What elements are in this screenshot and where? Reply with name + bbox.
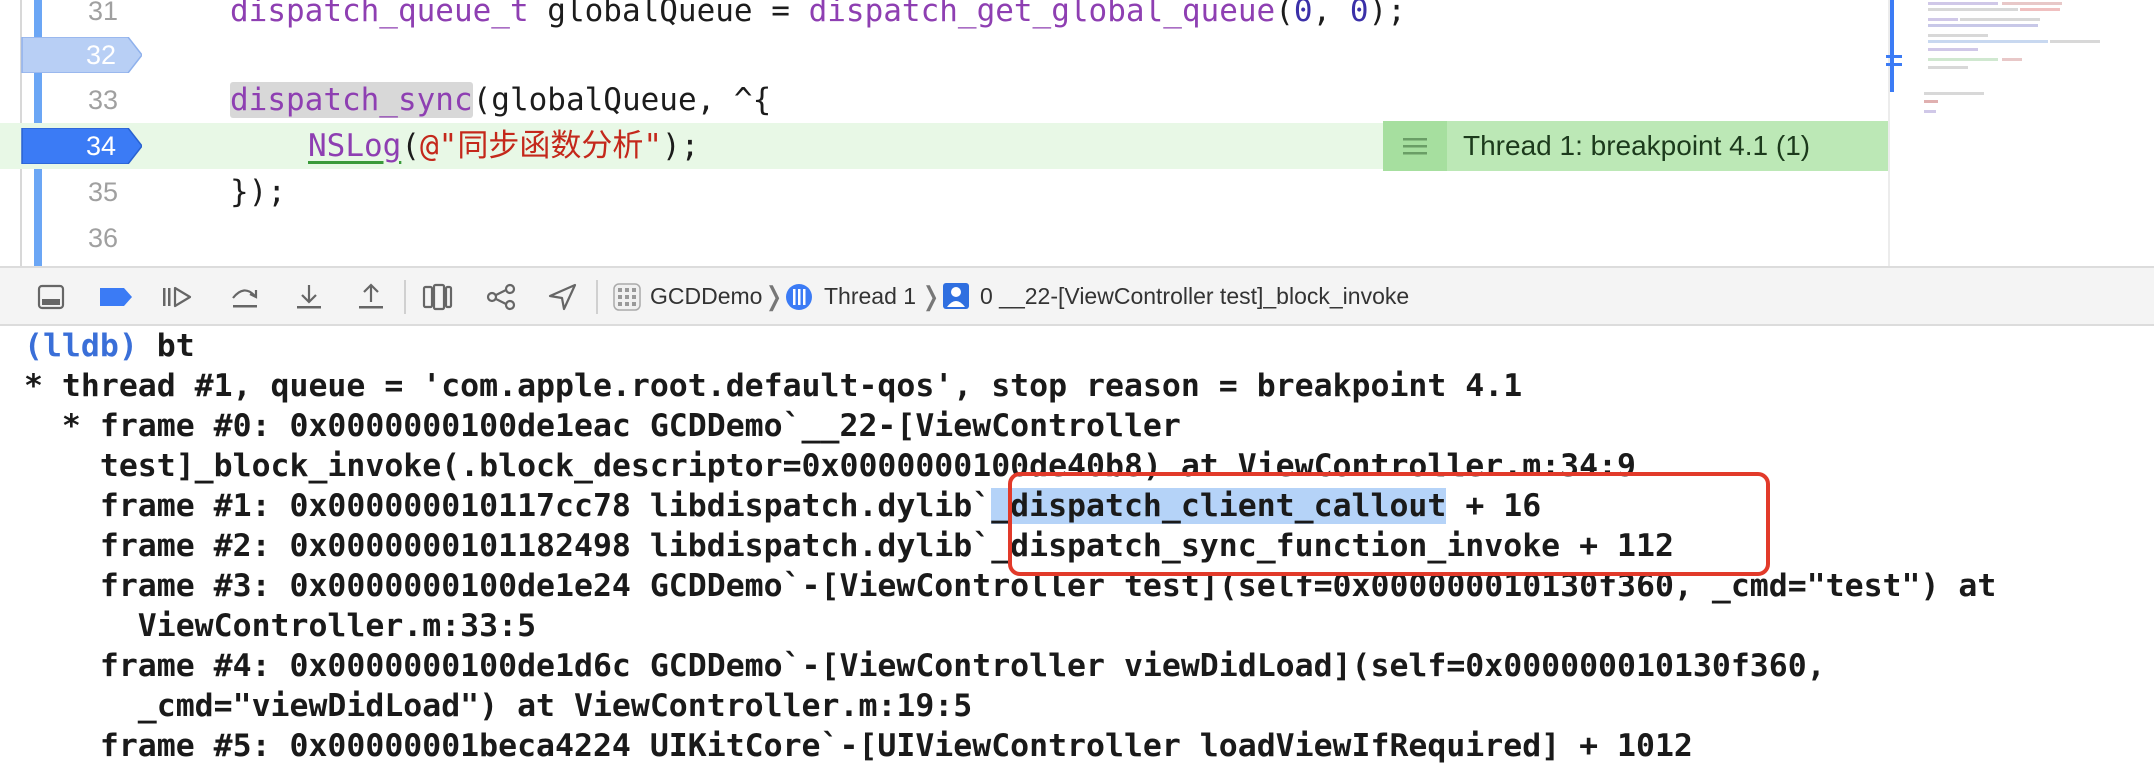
code-token: (globalQueue, ^{ [472,82,772,118]
breadcrumb-thread[interactable]: Thread 1 [824,268,916,324]
breadcrumb-chevron-icon: ❭ [763,281,785,311]
code-token: , [1312,0,1350,29]
view-hierarchy-icon [422,283,453,311]
code-token: 0 [1349,0,1369,29]
breakpoint-marker[interactable]: 34 [20,128,142,164]
debug-bar: GCDDemo ❭ Thread 1 ❭ 0 __22-[ViewControl… [0,266,2154,326]
console-command-line: (lldb) bt [24,326,195,366]
minimap-line [2002,58,2022,61]
minimap[interactable] [1886,0,2154,266]
annotation-highlight-box [1008,472,1770,576]
lldb-prompt: (lldb) [24,328,138,364]
breadcrumb-app[interactable]: GCDDemo [650,268,762,324]
console-output-line: * frame #0: 0x0000000100de1eac GCDDemo`_… [24,408,1181,444]
minimap-marker [1886,55,1902,58]
user-frame-icon [943,283,969,309]
minimap-marker [1886,63,1902,66]
code-token: ); [1368,0,1406,29]
step-out-button[interactable] [354,282,388,312]
step-out-icon [359,283,383,309]
view-debugger-button[interactable] [420,282,454,312]
toolbar-separator [404,280,406,314]
minimap-marker [1890,0,1894,92]
line-number[interactable]: 33 [40,77,118,123]
step-over-icon [232,289,258,308]
breakpoint-marker[interactable]: 32 [20,37,142,73]
line-number: 34 [85,131,116,161]
console-output-line: ViewController.m:33:5 [24,608,537,644]
console-output-line: * thread #1, queue = 'com.apple.root.def… [24,368,1523,404]
breakpoints-toggle-button[interactable] [98,282,138,312]
code-token: 0 [1293,0,1313,29]
memory-graph-button[interactable] [484,282,518,312]
line-number[interactable]: 31 [40,0,118,34]
continue-icon [163,286,192,308]
minimap-line [1928,8,2018,11]
minimap-line [1928,24,2038,27]
thread-breakpoint-banner[interactable]: Thread 1: breakpoint 4.1 (1) [1383,121,1888,171]
code-text: dispatch_queue_t globalQueue = dispatch_… [230,0,1406,34]
minimap-line [1928,58,1998,61]
code-line-36[interactable]: 36 [0,215,1888,261]
memory-graph-icon [486,283,516,311]
code-token: NSLog [308,128,402,164]
lldb-console[interactable]: (lldb) bt * thread #1, queue = 'com.appl… [0,326,2154,766]
minimap-line [1928,2,1998,5]
breadcrumb-frame[interactable]: 0 __22-[ViewController test]_block_invok… [980,268,1409,324]
step-into-button[interactable] [292,282,326,312]
line-number: 32 [85,40,116,70]
line-number[interactable]: 35 [40,169,118,215]
lines-icon [1403,138,1427,155]
breakpoint-icon [100,288,132,306]
code-text: dispatch_sync(globalQueue, ^{ [230,77,771,123]
code-token: dispatch_queue_t [230,0,529,29]
location-icon [548,283,577,311]
minimap-line [1928,18,1958,21]
hide-debug-area-button[interactable] [36,282,70,312]
console-output-line: _cmd="viewDidLoad") at ViewController.m:… [24,688,973,724]
code-text: NSLog(@"同步函数分析"); [308,123,699,169]
code-line-35[interactable]: 35 }); [0,169,1888,215]
code-token: @"同步函数分析" [420,128,662,164]
minimap-line [1928,48,1978,51]
console-output-line: frame #5: 0x00000001beca4224 UIKitCore`-… [24,728,1693,764]
minimap-line [2002,2,2062,5]
code-line-32[interactable]: 32 [0,32,1888,78]
step-over-button[interactable] [228,282,262,312]
code-token: globalQueue = [528,0,809,29]
code-token: dispatch_sync [230,82,473,118]
minimap-line [1928,34,1988,37]
continue-button[interactable] [160,282,194,312]
minimap-line [1924,100,1938,103]
minimap-line [1928,66,1968,69]
thread-icon [786,284,812,310]
banner-text: Thread 1: breakpoint 4.1 (1) [1463,130,1811,161]
minimap-line [1960,18,2040,21]
code-token: ( [401,128,420,164]
minimap-line [1924,110,1936,113]
code-token: ( [1275,0,1294,29]
breadcrumb-chevron-icon: ❭ [920,281,942,311]
step-into-icon [297,285,321,309]
minimap-line [1924,92,1984,95]
code-line-31[interactable]: 31 dispatch_queue_t globalQueue = dispat… [0,0,1888,34]
code-token: ); [662,128,700,164]
minimap-line [1928,40,2048,43]
panel-icon [37,284,65,310]
toolbar-separator [596,280,598,314]
simulate-location-button[interactable] [546,282,580,312]
minimap-line [2050,40,2100,43]
minimap-line [2020,8,2060,11]
app-icon [613,283,641,311]
code-token: dispatch_get_global_queue [808,0,1276,29]
source-editor[interactable]: 31 dispatch_queue_t globalQueue = dispat… [0,0,2154,266]
line-number[interactable]: 36 [40,215,118,261]
console-output-line: frame #4: 0x0000000100de1d6c GCDDemo`-[V… [24,648,1826,684]
console-text: frame #1: 0x000000010117cc78 libdispatch… [24,488,992,524]
banner-icon-box[interactable] [1383,121,1447,171]
code-text: }); [230,174,286,210]
code-line-33[interactable]: 33 dispatch_sync(globalQueue, ^{ [0,77,1888,123]
console-command: bt [137,328,195,364]
